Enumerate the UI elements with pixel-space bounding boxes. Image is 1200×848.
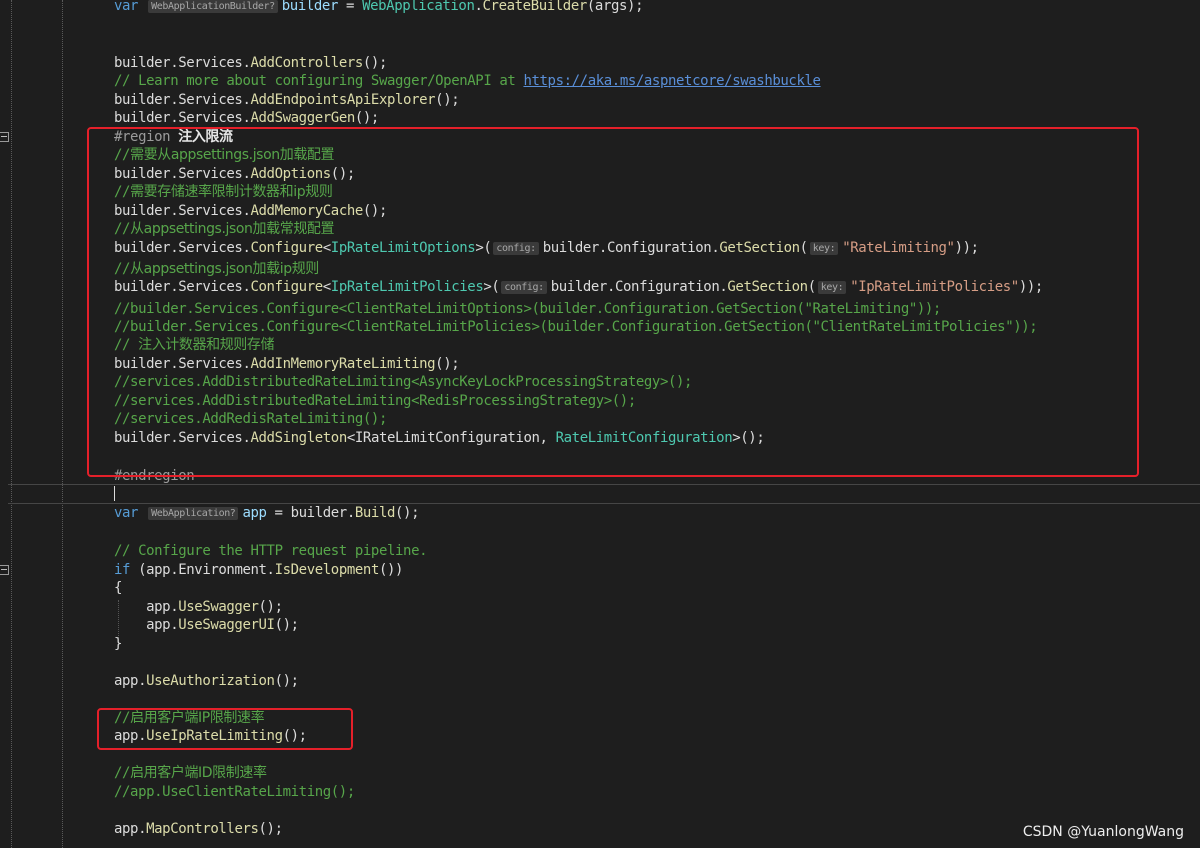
- code-line: // Learn more about configuring Swagger/…: [114, 72, 821, 90]
- code-line: if (app.Environment.IsDevelopment()): [114, 561, 403, 579]
- code-token: // Learn more about configuring Swagger/…: [114, 73, 524, 89]
- code-token: AddSwaggerGen: [250, 110, 356, 126]
- code-token: ()): [378, 562, 404, 578]
- code-token: builder.Services.: [114, 92, 251, 108]
- code-token: app.: [114, 617, 179, 633]
- code-token: builder.Services.: [114, 55, 251, 71]
- code-token: builder: [281, 0, 339, 14]
- watermark: CSDN @YuanlongWang: [1022, 824, 1184, 840]
- fold-if-icon[interactable]: [0, 565, 9, 575]
- code-line: // Configure the HTTP request pipeline.: [114, 542, 428, 560]
- current-line-highlight: [8, 484, 1200, 504]
- code-token: AddEndpointsApiExplorer: [250, 92, 436, 108]
- code-editor[interactable]: var WebApplicationBuilder? builder = WebA…: [0, 0, 1200, 848]
- code-token: UseSwaggerUI: [178, 617, 275, 633]
- code-line: app.MapControllers();: [114, 820, 283, 838]
- code-token: ();: [274, 617, 299, 633]
- rate-limit-region-highlight: [87, 127, 1139, 477]
- code-token: ();: [395, 505, 420, 521]
- code-token: var: [114, 0, 147, 14]
- code-line: var WebApplication? app = builder.Build()…: [114, 504, 420, 522]
- code-line: }: [114, 635, 122, 653]
- outline-guide: [62, 0, 63, 848]
- code-line: //启用客户端ID限制速率: [114, 764, 267, 782]
- code-token: https://aka.ms/aspnetcore/swashbuckle: [523, 73, 821, 89]
- code-token: = builder.: [266, 505, 356, 521]
- code-token: MapControllers: [146, 821, 259, 837]
- code-line: {: [114, 579, 122, 597]
- code-token: var: [114, 505, 147, 521]
- fold-region-icon[interactable]: [0, 132, 9, 142]
- text-caret: [114, 486, 115, 501]
- code-token: ();: [258, 599, 283, 615]
- code-token: ();: [362, 55, 387, 71]
- code-token: ();: [258, 821, 283, 837]
- code-token: .: [474, 0, 483, 14]
- inlay-hint: WebApplication?: [148, 507, 239, 520]
- code-line: app.UseAuthorization();: [114, 672, 299, 690]
- code-line: builder.Services.AddSwaggerGen();: [114, 109, 379, 127]
- code-line: //app.UseClientRateLimiting();: [114, 783, 355, 801]
- code-token: WebApplication: [362, 0, 475, 14]
- code-token: app.: [114, 821, 147, 837]
- code-token: CreateBuilder: [482, 0, 588, 14]
- code-token: ();: [354, 110, 379, 126]
- code-token: app.: [114, 599, 179, 615]
- code-token: UseSwagger: [178, 599, 259, 615]
- code-token: =: [337, 0, 363, 14]
- code-token: //: [114, 765, 131, 781]
- code-line: var WebApplicationBuilder? builder = WebA…: [114, 0, 643, 15]
- code-token: app.: [114, 673, 147, 689]
- code-token: {: [114, 580, 123, 596]
- code-line: app.UseSwaggerUI();: [114, 616, 299, 634]
- inlay-hint: WebApplicationBuilder?: [148, 0, 278, 13]
- code-token: (app.Environment.: [138, 562, 275, 578]
- use-ip-rate-limiting-highlight: [97, 708, 353, 750]
- code-line: builder.Services.AddControllers();: [114, 54, 387, 72]
- code-token: //app.UseClientRateLimiting();: [114, 784, 355, 800]
- code-token: (args);: [586, 0, 644, 14]
- code-token: builder.Services.: [114, 110, 251, 126]
- code-line: builder.Services.AddEndpointsApiExplorer…: [114, 91, 460, 109]
- code-line: app.UseSwagger();: [114, 598, 283, 616]
- code-token: }: [114, 636, 123, 652]
- code-token: ();: [274, 673, 299, 689]
- code-token: app: [242, 505, 267, 521]
- code-token: Build: [354, 505, 396, 521]
- code-token: if: [114, 562, 139, 578]
- code-token: IsDevelopment: [274, 562, 380, 578]
- outline-guide: [11, 0, 12, 848]
- code-token: AddControllers: [250, 55, 364, 71]
- code-token: ();: [435, 92, 460, 108]
- code-token: 启用客户端ID限制速率: [130, 765, 267, 781]
- code-token: // Configure the HTTP request pipeline.: [114, 543, 428, 559]
- code-token: UseAuthorization: [146, 673, 275, 689]
